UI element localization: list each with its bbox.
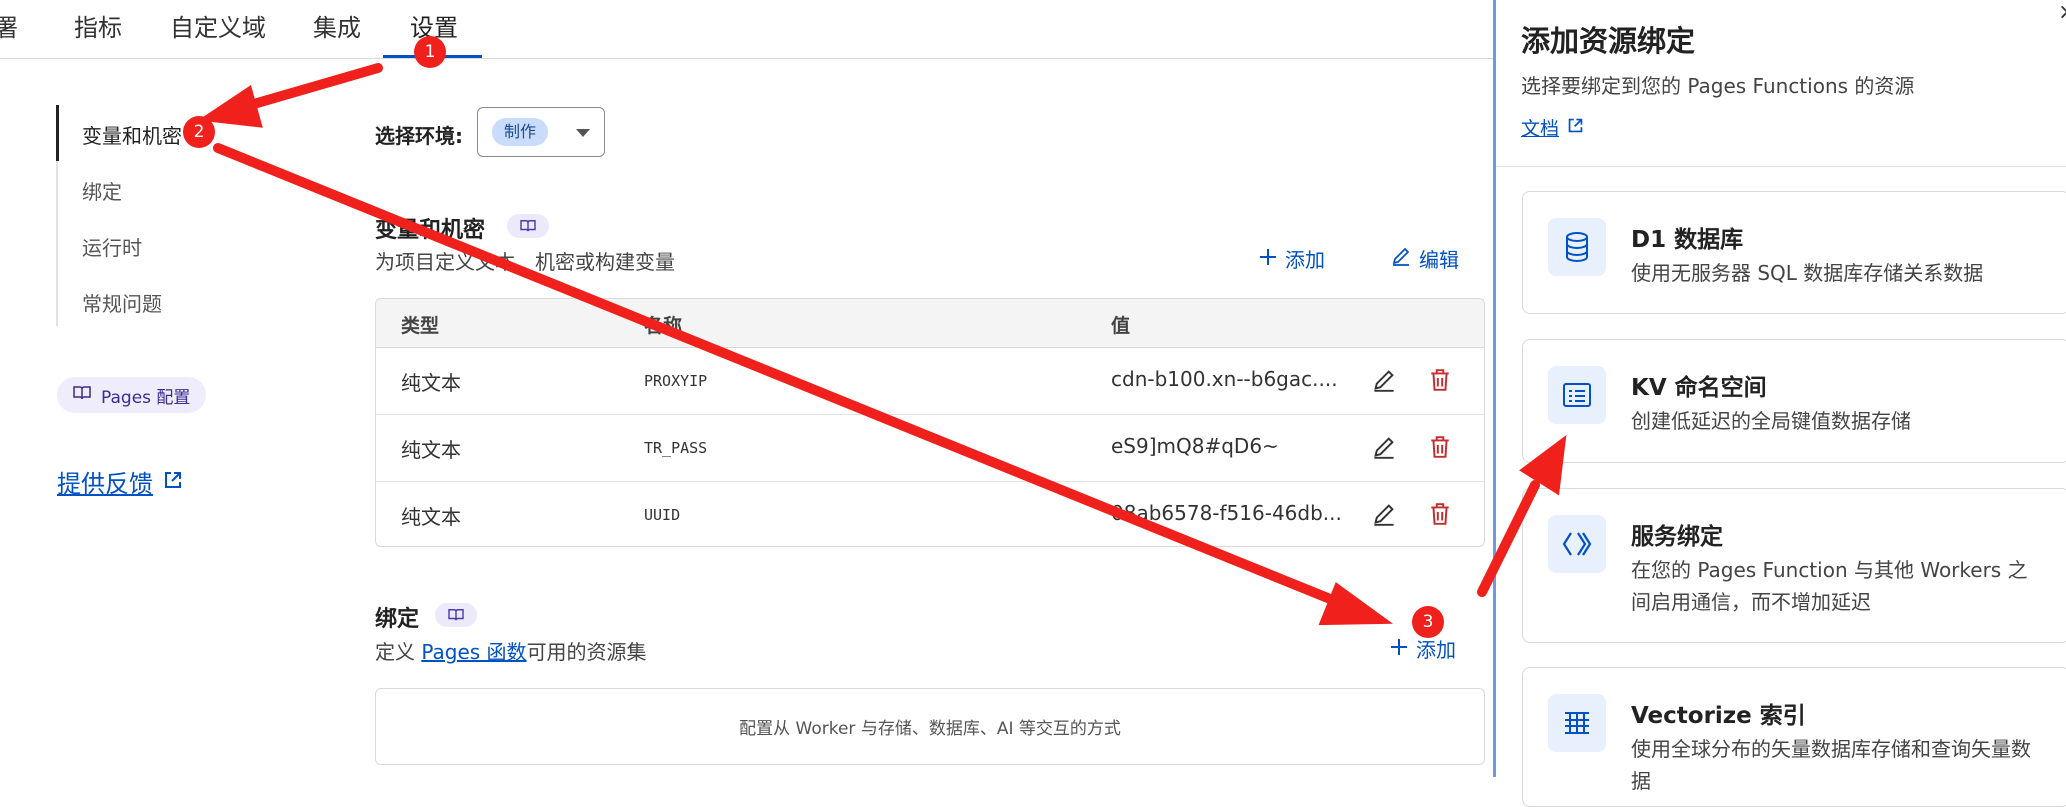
trash-icon[interactable] xyxy=(1426,433,1454,461)
row-name: PROXYIP xyxy=(644,372,708,390)
add-binding-button[interactable]: 添加 xyxy=(1390,634,1456,663)
feedback-label: 提供反馈 xyxy=(57,470,153,498)
panel-docs-label: 文档 xyxy=(1521,118,1560,140)
annotation-arrow-1 xyxy=(235,63,383,113)
chevron-down-icon xyxy=(576,129,590,137)
plus-icon xyxy=(1259,247,1277,271)
edit-row-icon[interactable] xyxy=(1370,433,1398,461)
row-type: 纯文本 xyxy=(401,371,461,395)
column-header-value: 值 xyxy=(1111,315,1131,337)
edit-row-icon[interactable] xyxy=(1370,366,1398,394)
add-binding-panel: 添加资源绑定 选择要绑定到您的 Pages Functions 的资源 文档 ×… xyxy=(1493,0,2066,807)
annotation-badge-1: 1 xyxy=(414,36,446,68)
edit-variables-label: 编辑 xyxy=(1419,248,1459,272)
close-icon[interactable]: × xyxy=(2058,0,2066,25)
annotation-badge-3: 3 xyxy=(1412,606,1444,638)
env-selected-chip: 制作 xyxy=(492,118,549,146)
table-row: 纯文本 PROXYIP cdn-b100.xn--b6gac.... xyxy=(376,347,1484,415)
sidebar-item-runtime[interactable]: 运行时 xyxy=(82,232,142,261)
sidebar-item-bindings[interactable]: 绑定 xyxy=(82,176,122,205)
bindings-desc-suffix: 可用的资源集 xyxy=(526,640,647,664)
card-desc: 创建低延迟的全局键值数据存储 xyxy=(1631,409,1911,433)
panel-docs-link[interactable]: 文档 xyxy=(1521,114,1584,141)
table-row: 纯文本 UUID 08ab6578-f516-46db... xyxy=(376,481,1484,546)
tab-metrics[interactable]: 指标 xyxy=(74,8,122,43)
edit-variables-button[interactable]: 编辑 xyxy=(1391,244,1459,273)
trash-icon[interactable] xyxy=(1426,500,1454,528)
binding-card-service[interactable]: 服务绑定 在您的 Pages Function 与其他 Workers 之间启用… xyxy=(1522,488,2066,643)
add-binding-label: 添加 xyxy=(1416,638,1456,662)
row-name: UUID xyxy=(644,506,681,524)
annotation-badge-2: 2 xyxy=(183,116,215,148)
book-icon xyxy=(73,385,91,406)
card-desc: 在您的 Pages Function 与其他 Workers 之间启用通信，而不… xyxy=(1631,558,2028,614)
tab-custom-domains[interactable]: 自定义域 xyxy=(170,8,266,43)
bindings-desc-prefix: 定义 xyxy=(375,640,422,664)
panel-title: 添加资源绑定 xyxy=(1521,24,1696,58)
edit-row-icon[interactable] xyxy=(1370,500,1398,528)
sidebar-item-variables[interactable]: 变量和机密 xyxy=(82,120,182,149)
vectorize-icon xyxy=(1548,694,1606,752)
row-name: TR_PASS xyxy=(644,439,708,457)
pencil-icon xyxy=(1391,246,1411,271)
bindings-docs-icon[interactable] xyxy=(435,603,477,627)
pages-config-button[interactable]: Pages 配置 xyxy=(57,377,207,413)
variables-desc: 为项目定义文本、机密或构建变量 xyxy=(375,250,675,274)
annotation-arrowhead-2 xyxy=(1318,582,1394,626)
row-value: cdn-b100.xn--b6gac.... xyxy=(1111,367,1338,391)
row-value: eS9]mQ8#qD6~ xyxy=(1111,434,1279,458)
tab-deployments[interactable]: 署 xyxy=(0,8,18,43)
pages-config-label: Pages 配置 xyxy=(101,387,191,408)
external-link-icon xyxy=(1567,117,1584,139)
binding-card-d1[interactable]: D1 数据库 使用无服务器 SQL 数据库存储关系数据 xyxy=(1522,191,2066,314)
feedback-link[interactable]: 提供反馈 xyxy=(57,464,183,499)
external-link-icon xyxy=(163,468,183,496)
binding-card-kv[interactable]: KV 命名空间 创建低延迟的全局键值数据存储 xyxy=(1522,339,2066,463)
plus-icon xyxy=(1390,637,1408,661)
tab-integrations[interactable]: 集成 xyxy=(313,8,361,43)
env-label: 选择环境: xyxy=(375,124,463,148)
sidebar-item-general[interactable]: 常规问题 xyxy=(82,288,162,317)
pages-functions-link[interactable]: Pages 函数 xyxy=(421,640,526,664)
card-desc: 使用全球分布的矢量数据库存储和查询矢量数据 xyxy=(1631,737,2031,793)
panel-subtitle: 选择要绑定到您的 Pages Functions 的资源 xyxy=(1521,74,1915,98)
card-desc: 使用无服务器 SQL 数据库存储关系数据 xyxy=(1631,261,1984,285)
top-nav: 署 指标 自定义域 集成 设置 xyxy=(0,0,1493,59)
column-header-type: 类型 xyxy=(401,315,440,337)
card-title: 服务绑定 xyxy=(1631,524,1723,550)
card-title: D1 数据库 xyxy=(1631,227,1744,253)
variables-table: 类型 名称 值 纯文本 PROXYIP cdn-b100.xn--b6gac..… xyxy=(375,298,1485,547)
add-variable-label: 添加 xyxy=(1285,248,1325,272)
variables-docs-icon[interactable] xyxy=(507,214,549,238)
trash-icon[interactable] xyxy=(1426,366,1454,394)
service-binding-icon xyxy=(1548,515,1606,573)
column-header-name: 名称 xyxy=(644,315,683,337)
bindings-empty-text: 配置从 Worker 与存储、数据库、AI 等交互的方式 xyxy=(739,719,1121,739)
sidebar-active-indicator xyxy=(56,105,59,161)
variables-title: 变量和机密 xyxy=(375,218,486,243)
panel-header: 添加资源绑定 选择要绑定到您的 Pages Functions 的资源 文档 × xyxy=(1496,0,2066,167)
table-row: 纯文本 TR_PASS eS9]mQ8#qD6~ xyxy=(376,414,1484,482)
card-title: KV 命名空间 xyxy=(1631,375,1767,401)
environment-select[interactable]: 制作 xyxy=(477,107,605,157)
bindings-empty-state: 配置从 Worker 与存储、数据库、AI 等交互的方式 xyxy=(375,688,1485,765)
table-header: 类型 名称 值 xyxy=(376,299,1484,348)
kv-list-icon xyxy=(1548,366,1606,424)
add-variable-button[interactable]: 添加 xyxy=(1259,244,1325,273)
row-type: 纯文本 xyxy=(401,438,461,462)
binding-card-vectorize[interactable]: Vectorize 索引 使用全球分布的矢量数据库存储和查询矢量数据 xyxy=(1522,667,2066,807)
annotation-arrowhead-1 xyxy=(197,85,263,128)
row-value: 08ab6578-f516-46db... xyxy=(1111,501,1342,525)
bindings-title: 绑定 xyxy=(375,607,420,632)
bindings-desc: 定义 Pages 函数可用的资源集 xyxy=(375,636,647,665)
database-icon xyxy=(1548,218,1606,276)
card-title: Vectorize 索引 xyxy=(1631,703,1806,729)
row-type: 纯文本 xyxy=(401,505,461,529)
